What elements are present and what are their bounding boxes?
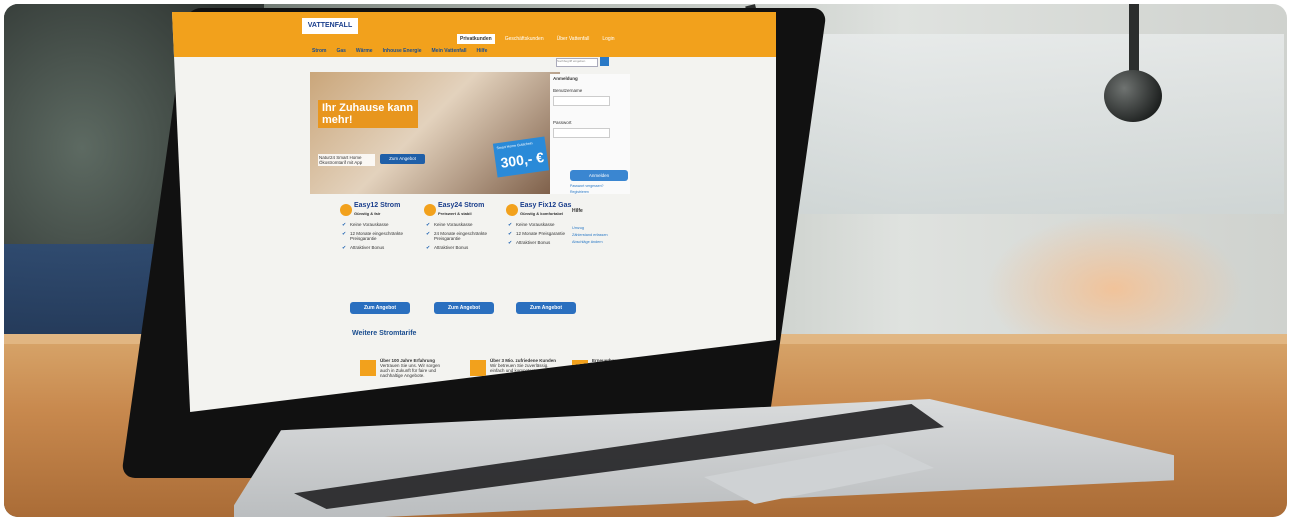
tab-ueber-vattenfall[interactable]: Über Vattenfall (554, 34, 593, 44)
hero-headline: Ihr Zuhause kann mehr! (318, 100, 418, 129)
photo-scene: VATTENFALL Privatkunden Geschäftskunden … (4, 4, 1287, 517)
voucher-badge-label: Smart Home Gutschein (496, 141, 533, 151)
register-link[interactable]: Registrieren (570, 190, 589, 194)
offer-subtitle: Günstig & komfortabel (520, 211, 564, 216)
offer-button[interactable]: Zum Angebot (434, 302, 494, 314)
login-button[interactable]: Anmelden (570, 170, 628, 181)
feature-text: Vertrauen Sie uns. Wir sorgen auch in Zu… (380, 363, 441, 378)
offer-button[interactable]: Zum Angebot (516, 302, 576, 314)
offer-card-easy-fix12-gas: Easy Fix12 Gas Günstig & komfortabel Kei… (506, 202, 586, 314)
pendant-lamp-right (1104, 70, 1162, 122)
nav-hilfe[interactable]: Hilfe (477, 48, 488, 54)
offer-card-easy24-strom: Easy24 Strom Preiswert & stabil Keine Vo… (424, 202, 504, 314)
hero-subline: Natur24 Smart Home Ökostromtarif mit App (318, 154, 375, 166)
offer-subtitle: Günstig & fair (354, 211, 381, 216)
offer-feature: Keine Vorauskasse (508, 222, 565, 228)
offer-card-easy12-strom: Easy12 Strom Günstig & fair Keine Voraus… (340, 202, 420, 314)
username-field[interactable] (553, 96, 610, 106)
tab-login[interactable]: Login (599, 34, 617, 44)
help-link-abschlaege[interactable]: Abschläge ändern (572, 240, 603, 244)
background-window (764, 34, 1284, 214)
offer-feature: Keine Vorauskasse (426, 222, 504, 228)
offer-feature: 12 Monate Preisgarantie (508, 231, 565, 237)
offer-feature-list: Keine Vorauskasse 12 Monate Preisgaranti… (508, 222, 565, 249)
nav-inhouse-energie[interactable]: Inhouse Energie (383, 48, 422, 54)
offer-icon (424, 204, 436, 216)
nav-gas[interactable]: Gas (336, 48, 345, 54)
help-link-umzug[interactable]: Umzug (572, 226, 584, 230)
main-nav: Strom Gas Wärme Inhouse Energie Mein Vat… (312, 48, 487, 54)
nav-strom[interactable]: Strom (312, 48, 326, 54)
more-tariffs-link[interactable]: Weitere Stromtarife (352, 330, 416, 337)
offer-button[interactable]: Zum Angebot (350, 302, 410, 314)
offer-feature: Attraktiver Bonus (342, 245, 420, 251)
offer-feature: Attraktiver Bonus (508, 240, 565, 246)
offer-title: Easy24 Strom (438, 202, 485, 209)
tab-geschaeftskunden[interactable]: Geschäftskunden (502, 34, 547, 44)
handshake-icon (360, 360, 376, 376)
offer-title: Easy12 Strom (354, 202, 401, 209)
search-icon[interactable] (600, 57, 609, 66)
offer-title: Easy Fix12 Gas (520, 202, 572, 209)
tab-privatkunden[interactable]: Privatkunden (457, 34, 495, 44)
login-box: Anmeldung Benutzername Passwort Anmelden… (550, 74, 630, 194)
offer-icon (340, 204, 352, 216)
forgot-password-link[interactable]: Passwort vergessen? (570, 184, 603, 188)
nav-mein-vattenfall[interactable]: Mein Vattenfall (432, 48, 467, 54)
hero-banner[interactable]: Ihr Zuhause kann mehr! Natur24 Smart Hom… (310, 72, 560, 194)
login-title: Anmeldung (553, 76, 578, 81)
voucher-badge-amount: 300,- € (499, 148, 545, 171)
offer-feature: 24 Monate eingeschränkte Preisgarantie (426, 231, 504, 241)
password-label: Passwort (553, 120, 572, 125)
top-tabs: Privatkunden Geschäftskunden Über Vatten… (457, 34, 618, 44)
hero-offer-button[interactable]: Zum Angebot (380, 154, 425, 164)
help-link-zaehlerstand[interactable]: Zählerstand erfassen (572, 233, 608, 237)
person-icon (470, 360, 486, 376)
offer-feature: Keine Vorauskasse (342, 222, 420, 228)
site-header: VATTENFALL Privatkunden Geschäftskunden … (172, 12, 776, 57)
offer-subtitle: Preiswert & stabil (438, 211, 472, 216)
offer-feature: 12 Monate eingeschränkte Preisgarantie (342, 231, 420, 241)
username-label: Benutzername (553, 88, 583, 93)
offer-feature-list: Keine Vorauskasse 12 Monate eingeschränk… (342, 222, 420, 254)
password-field[interactable] (553, 128, 610, 138)
offer-feature-list: Keine Vorauskasse 24 Monate eingeschränk… (426, 222, 504, 254)
vattenfall-logo[interactable]: VATTENFALL (302, 18, 358, 34)
offer-icon (506, 204, 518, 216)
search-input[interactable]: Suchbegriff eingeben (556, 58, 598, 67)
voucher-badge: Smart Home Gutschein 300,- € (492, 136, 550, 178)
feature-text-block: Über 100 Jahre Erfahrung Vertrauen Sie u… (380, 358, 450, 378)
help-title: Hilfe (572, 208, 583, 214)
offer-feature: Attraktiver Bonus (426, 245, 504, 251)
nav-waerme[interactable]: Wärme (356, 48, 373, 54)
